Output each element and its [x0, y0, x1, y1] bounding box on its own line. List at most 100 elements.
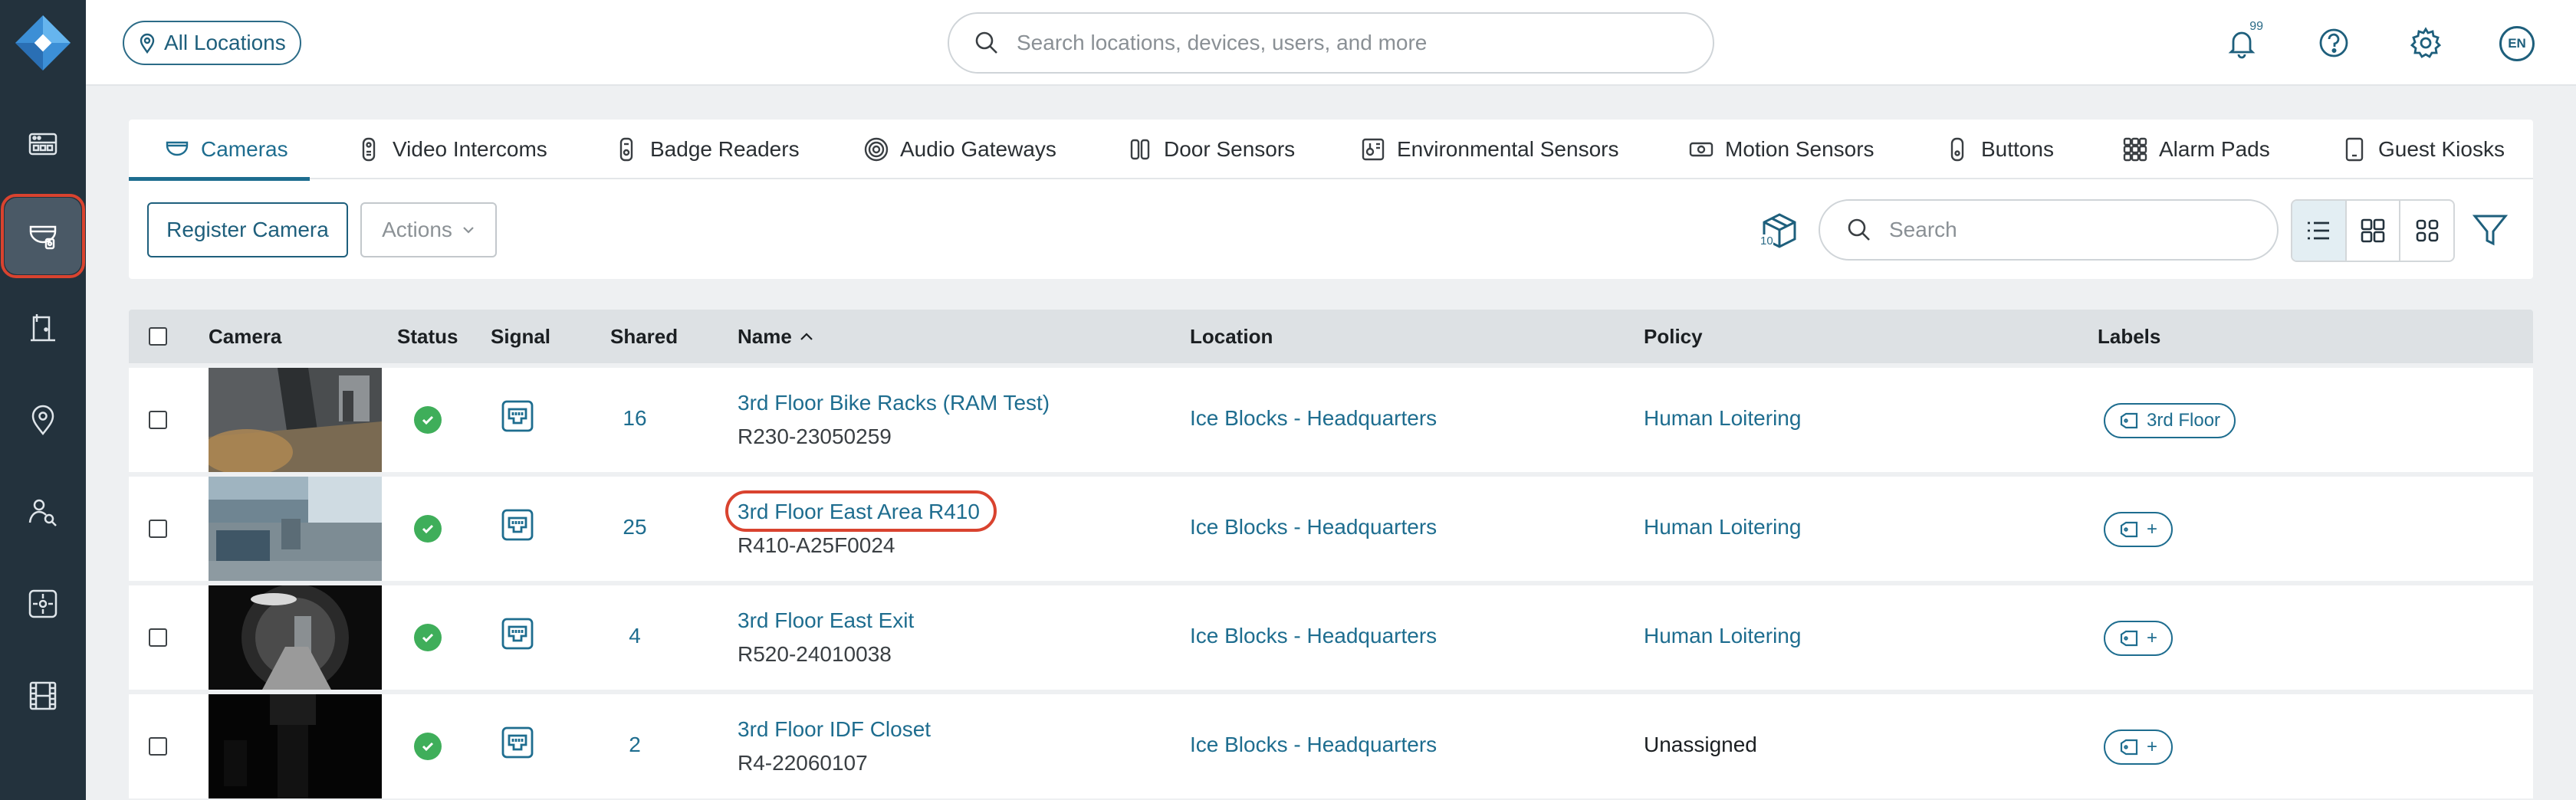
camera-thumbnail[interactable] [209, 368, 382, 472]
camera-thumbnail[interactable] [209, 585, 382, 690]
camera-serial: R410-A25F0024 [738, 533, 895, 557]
shared-count[interactable]: 25 [596, 515, 673, 539]
notification-count: 99 [2248, 20, 2265, 34]
row-checkbox[interactable] [149, 628, 167, 647]
list-view-button[interactable] [2292, 201, 2347, 261]
box-count: 10 [1760, 234, 1773, 248]
sidebar-item-cameras[interactable] [1, 194, 85, 278]
help-button[interactable] [2312, 21, 2355, 64]
row-checkbox[interactable] [149, 737, 167, 756]
tile-view-button[interactable] [2400, 201, 2453, 261]
table-row[interactable]: 16 3rd Floor Bike Racks (RAM Test) R230-… [129, 368, 2533, 472]
location-link[interactable]: Ice Blocks - Headquarters [1190, 515, 1437, 539]
ethernet-icon [501, 726, 534, 759]
add-label-button[interactable]: + [2104, 730, 2174, 765]
all-locations-label: All Locations [164, 31, 286, 54]
register-camera-button[interactable]: Register Camera [147, 202, 348, 257]
column-header-camera: Camera [209, 324, 282, 348]
policy-link[interactable]: Human Loitering [1644, 624, 1801, 648]
sidebar-item-dashboard[interactable] [5, 106, 81, 182]
search-icon [975, 31, 997, 54]
camera-search[interactable] [1819, 199, 2279, 261]
sidebar-item-people[interactable] [5, 474, 81, 550]
camera-serial: R4-22060107 [738, 751, 868, 775]
camera-thumbnail[interactable] [209, 694, 382, 798]
sidebar-item-access-control[interactable] [5, 290, 81, 366]
filter-icon[interactable] [2470, 210, 2510, 250]
sidebar-item-archives[interactable] [5, 657, 81, 734]
alarm-pad-icon [2123, 137, 2147, 162]
row-checkbox[interactable] [149, 520, 167, 538]
notifications-button[interactable]: 99 [2220, 20, 2265, 64]
box-icon[interactable] [1755, 207, 1804, 256]
tab-label: Door Sensors [1164, 137, 1296, 161]
table-header: Camera Status Signal Shared Name Locatio… [129, 310, 2533, 363]
global-search-input[interactable] [1017, 31, 1608, 55]
shared-count[interactable]: 16 [596, 406, 673, 431]
status-online-icon [414, 733, 442, 760]
motion-sensor-icon [1689, 142, 1714, 157]
global-search[interactable] [948, 12, 1714, 74]
badge-reader-icon [619, 137, 633, 162]
tab-environmental-sensors[interactable]: Environmental Sensors [1360, 120, 1618, 179]
sidebar-item-sensors[interactable] [5, 566, 81, 642]
tab-motion-sensors[interactable]: Motion Sensors [1688, 120, 1875, 179]
chevron-down-icon [463, 227, 474, 234]
camera-name-link[interactable]: 3rd Floor East Area R410 [738, 500, 980, 524]
tab-label: Motion Sensors [1725, 137, 1875, 161]
kiosk-icon [2345, 137, 2364, 162]
tab-badge-readers[interactable]: Badge Readers [613, 120, 800, 179]
policy-link[interactable]: Human Loitering [1644, 515, 1801, 539]
label-chip[interactable]: 3rd Floor [2104, 403, 2236, 438]
location-pin-icon [140, 33, 155, 54]
camera-icon [29, 225, 57, 250]
tab-label: Alarm Pads [2159, 137, 2270, 161]
camera-search-input[interactable] [1889, 218, 2234, 242]
tab-guest-kiosks[interactable]: Guest Kiosks [2341, 120, 2505, 179]
tab-cameras[interactable]: Cameras [129, 120, 310, 181]
table-row[interactable]: 2 3rd Floor IDF Closet R4-22060107 Ice B… [129, 694, 2533, 798]
all-locations-button[interactable]: All Locations [123, 21, 301, 65]
camera-serial: R230-23050259 [738, 425, 892, 448]
column-header-labels: Labels [2098, 324, 2161, 348]
camera-name-link[interactable]: 3rd Floor Bike Racks (RAM Test) [738, 391, 1050, 415]
tab-door-sensors[interactable]: Door Sensors [1127, 120, 1295, 179]
camera-name-link[interactable]: 3rd Floor East Exit [738, 608, 914, 633]
tag-icon [2120, 739, 2138, 756]
table-row[interactable]: 25 3rd Floor East Area R410 R410-A25F002… [129, 477, 2533, 581]
table-row[interactable]: 4 3rd Floor East Exit R520-24010038 Ice … [129, 585, 2533, 690]
tab-buttons[interactable]: Buttons [1944, 120, 2054, 179]
sidebar-item-locations[interactable] [5, 382, 81, 458]
add-label-button[interactable]: + [2104, 621, 2174, 656]
shared-count[interactable]: 4 [596, 624, 673, 648]
settings-button[interactable] [2404, 21, 2447, 64]
button-device-icon [1950, 137, 1964, 162]
camera-thumbnail[interactable] [209, 477, 382, 581]
row-checkbox[interactable] [149, 411, 167, 429]
tab-video-intercoms[interactable]: Video Intercoms [356, 120, 547, 179]
actions-dropdown[interactable]: Actions [360, 202, 497, 257]
shared-count[interactable]: 2 [596, 733, 673, 757]
app-logo[interactable] [0, 0, 86, 86]
select-all-checkbox[interactable] [149, 327, 167, 346]
gear-icon [2410, 27, 2442, 58]
column-header-name[interactable]: Name [738, 325, 815, 349]
tab-audio-gateways[interactable]: Audio Gateways [863, 120, 1056, 179]
people-search-icon [28, 499, 57, 526]
location-link[interactable]: Ice Blocks - Headquarters [1190, 733, 1437, 757]
camera-name-link[interactable]: 3rd Floor IDF Closet [738, 717, 931, 742]
location-link[interactable]: Ice Blocks - Headquarters [1190, 406, 1437, 431]
grid-view-button[interactable] [2347, 201, 2401, 261]
film-icon [29, 681, 57, 710]
tag-icon [2120, 521, 2138, 538]
add-label-button[interactable]: + [2104, 512, 2174, 547]
policy-link[interactable]: Human Loitering [1644, 406, 1801, 431]
location-link[interactable]: Ice Blocks - Headquarters [1190, 624, 1437, 648]
dashboard-icon [28, 133, 58, 156]
language-button[interactable]: EN [2499, 26, 2535, 61]
tab-alarm-pads[interactable]: Alarm Pads [2122, 120, 2270, 179]
door-sensor-icon [1130, 139, 1150, 160]
add-label-text: + [2147, 519, 2158, 539]
intercom-icon [362, 137, 376, 162]
camera-serial: R520-24010038 [738, 642, 892, 666]
